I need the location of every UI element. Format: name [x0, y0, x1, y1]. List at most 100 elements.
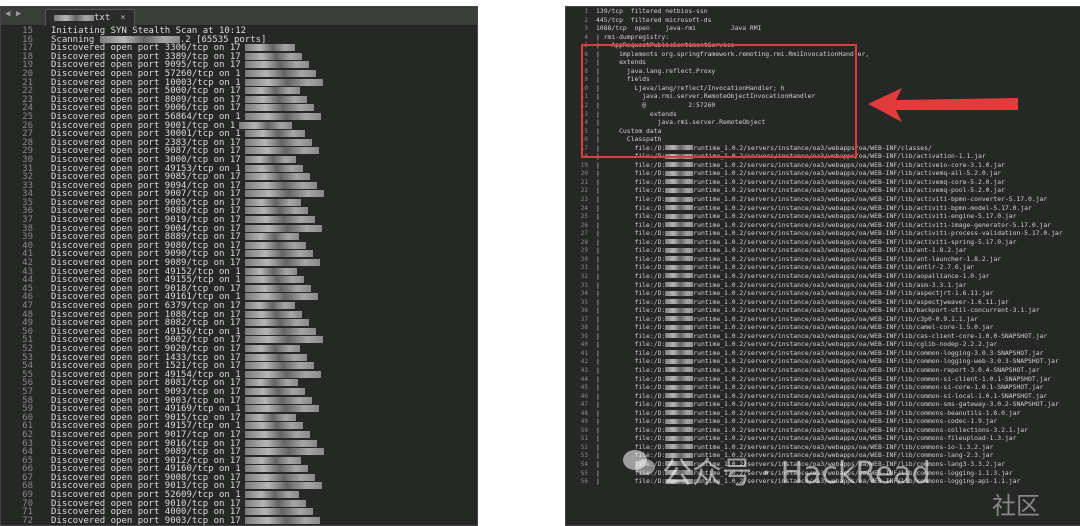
- discovered-port-line: 72 Discovered open port 9003/tcp on 17: [1, 516, 477, 525]
- tab-title: txt: [94, 13, 111, 23]
- redacted-ip: [244, 69, 316, 77]
- redacted-ip: [244, 87, 300, 95]
- watermark-text: 公众号 · HackRead: [662, 456, 931, 491]
- redacted-ip: [244, 465, 308, 473]
- redacted-ip: [244, 370, 321, 378]
- redacted-ip: [244, 250, 313, 258]
- redacted-path: [665, 410, 694, 416]
- left-tab-bar: ◀ ▶ txt ×: [1, 7, 477, 26]
- classpath-line: 32 | file:/D: runtime_1.0.2/servers/instan…: [580, 271, 990, 280]
- redacted-ip: [244, 44, 295, 52]
- classpath-line: 50 | file:/D: runtime_1.0.2/servers/instan…: [580, 425, 1028, 434]
- redacted-ip: [244, 482, 322, 490]
- redacted-path: [665, 273, 694, 279]
- classpath-line: 22 | file:/D: runtime_1.0.2/servers/instan…: [580, 186, 1005, 195]
- redacted-path: [665, 316, 694, 322]
- redacted-ip: [99, 35, 180, 43]
- classpath-line: 27 | file:/D: runtime_1.0.2/servers/instan…: [580, 229, 1063, 238]
- redacted-path: [665, 264, 694, 270]
- classpath-line: 36 | file:/D: runtime_1.0.2/servers/instan…: [580, 306, 1040, 315]
- redacted-ip: [244, 241, 306, 249]
- classpath-line: 28 | file:/D: runtime_1.0.2/servers/instan…: [580, 237, 1017, 246]
- redacted-ip: [244, 508, 313, 516]
- classpath-line: 35 | file:/D: runtime_1.0.2/servers/instan…: [580, 297, 1009, 306]
- classpath-line: 43 | file:/D: runtime_1.0.2/servers/instan…: [580, 365, 1040, 374]
- redacted-path: [665, 367, 694, 373]
- redacted-ip: [244, 491, 299, 499]
- redacted-ip: [244, 405, 319, 413]
- redacted-path: [665, 239, 694, 245]
- redacted-path: [665, 299, 694, 305]
- redacted-ip: [244, 181, 317, 189]
- classpath-line: 20 | file:/D: runtime_1.0.2/servers/instan…: [580, 169, 1002, 178]
- redacted-ip: [244, 147, 319, 155]
- redacted-path: [665, 384, 694, 390]
- redacted-path: [665, 282, 694, 287]
- redacted-ip: [244, 130, 305, 138]
- redacted-ip: [244, 233, 299, 241]
- redacted-ip: [244, 302, 295, 309]
- nmap-output-line: 2 445/tcp filtered microsoft-ds: [584, 15, 712, 24]
- classpath-line: 40 | file:/D: runtime_1.0.2/servers/instan…: [580, 340, 998, 349]
- redacted-ip: [244, 138, 312, 146]
- redacted-ip: [244, 293, 318, 301]
- classpath-line: 46 | file:/D: runtime_1.0.2/servers/instan…: [580, 391, 1048, 400]
- redacted-ip: [244, 473, 315, 481]
- redacted-path: [665, 213, 694, 219]
- redacted-path: [665, 162, 694, 168]
- classpath-line: 26 | file:/D: runtime_1.0.2/servers/instan…: [580, 220, 1052, 229]
- classpath-line: 30 | file:/D: runtime_1.0.2/servers/instan…: [580, 254, 1002, 263]
- redacted-path: [665, 196, 694, 202]
- redacted-path: [665, 290, 694, 296]
- redacted-filename: [54, 14, 94, 21]
- redacted-path: [665, 350, 694, 356]
- redacted-ip: [244, 207, 308, 215]
- redacted-ip: [244, 310, 302, 318]
- redacted-ip: [244, 422, 303, 430]
- tab-nav-arrows-icon[interactable]: ◀ ▶: [5, 9, 21, 19]
- close-tab-icon[interactable]: ×: [120, 13, 125, 23]
- redacted-path: [665, 376, 694, 382]
- redacted-ip: [244, 456, 301, 464]
- highlight-box: [581, 44, 857, 158]
- redacted-ip: [244, 353, 307, 361]
- redacted-path: [665, 358, 694, 364]
- classpath-line: 48 | file:/D: runtime_1.0.2/servers/instan…: [580, 408, 1021, 417]
- classpath-line: 24 | file:/D: runtime_1.0.2/servers/instan…: [580, 203, 1032, 212]
- classpath-line: 47 | file:/D: runtime_1.0.2/servers/instan…: [580, 400, 1059, 409]
- redacted-ip: [244, 327, 316, 335]
- redacted-ip: [244, 112, 321, 120]
- redacted-path: [665, 205, 694, 211]
- classpath-line: 29 | file:/D: runtime_1.0.2/servers/instan…: [580, 246, 967, 255]
- classpath-line: 23 | file:/D: runtime_1.0.2/servers/instan…: [580, 195, 1048, 204]
- redacted-path: [665, 179, 694, 185]
- redacted-path: [665, 256, 694, 262]
- redacted-ip: [244, 516, 320, 524]
- classpath-line: 37 | file:/D: runtime_1.0.2/servers/instan…: [580, 314, 978, 323]
- classpath-line: 33 | file:/D: runtime_1.0.2/servers/instan…: [580, 280, 967, 289]
- redacted-ip: [244, 267, 297, 275]
- redacted-path: [665, 333, 694, 339]
- redacted-ip: [244, 344, 300, 352]
- left-file-tab[interactable]: txt ×: [45, 9, 135, 26]
- classpath-line: 49 | file:/D: runtime_1.0.2/servers/instan…: [580, 417, 998, 426]
- classpath-line: 21 | file:/D: runtime_1.0.2/servers/instan…: [580, 177, 1005, 186]
- redacted-ip: [244, 155, 296, 163]
- redacted-path: [665, 307, 694, 313]
- redacted-ip: [244, 362, 314, 370]
- redacted-ip: [244, 95, 307, 103]
- redacted-path: [665, 247, 694, 253]
- left-text-content: 15 Initiating SYN Stealth Scan at 10:12 1…: [1, 27, 477, 525]
- redacted-path: [665, 435, 694, 441]
- redacted-path: [665, 418, 694, 424]
- redacted-path: [665, 427, 694, 433]
- nmap-output-line: 4 | rmi-dumpregistry:: [584, 32, 670, 41]
- classpath-line: 38 | file:/D: runtime_1.0.2/servers/instan…: [580, 323, 994, 332]
- classpath-line: 45 | file:/D: runtime_1.0.2/servers/instan…: [580, 383, 1044, 392]
- classpath-line: 19 | file:/D: runtime_1.0.2/servers/instan…: [580, 160, 1005, 169]
- nmap-output-line: 3 1088/tcp open java-rmi Java RMI: [584, 24, 762, 33]
- redacted-path: [665, 187, 694, 193]
- redacted-ip: [244, 336, 323, 344]
- classpath-line: 41 | file:/D: runtime_1.0.2/servers/instan…: [580, 348, 1044, 357]
- redacted-ip: [244, 61, 309, 69]
